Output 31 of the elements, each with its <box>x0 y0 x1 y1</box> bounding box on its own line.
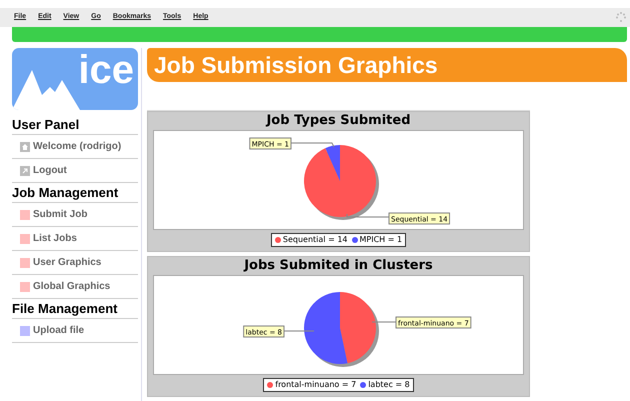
pie-slice <box>304 292 348 364</box>
legend-label: labtec = 8 <box>368 379 410 391</box>
nav-link[interactable]: Upload file <box>33 323 84 338</box>
chart-title: Jobs Submited in Clusters <box>242 257 434 275</box>
square-icon <box>20 210 30 220</box>
section-heading: User Panel <box>12 115 138 135</box>
legend-label: MPICH = 1 <box>360 234 402 246</box>
nav-link[interactable]: Submit Job <box>33 207 88 222</box>
logo-text: ice <box>78 48 134 94</box>
legend-label: frontal-minuano = 7 <box>275 379 356 391</box>
home-icon <box>20 142 30 152</box>
leader-line <box>284 330 314 332</box>
square-icon <box>20 326 30 336</box>
leader-line <box>290 142 334 148</box>
nav-link[interactable]: Global Graphics <box>33 279 110 294</box>
chart-title: Job Types Submited <box>264 112 412 130</box>
nav-link[interactable]: List Jobs <box>33 231 77 246</box>
nav-link[interactable]: Welcome (rodrigo) <box>33 139 122 154</box>
pie-slice <box>340 292 376 364</box>
page-title: Job Submission Graphics <box>154 50 438 80</box>
square-icon <box>20 258 30 268</box>
spinner-icon <box>616 12 626 22</box>
square-icon <box>20 234 30 244</box>
nav-link[interactable]: Logout <box>33 163 67 178</box>
nav-link[interactable]: User Graphics <box>33 255 102 270</box>
section-heading: Job Management <box>12 183 138 203</box>
arrow-icon <box>20 166 30 176</box>
section-heading: File Management <box>12 299 138 319</box>
square-icon <box>20 282 30 292</box>
legend-label: Sequential = 14 <box>282 234 348 246</box>
leader-line <box>346 214 390 218</box>
